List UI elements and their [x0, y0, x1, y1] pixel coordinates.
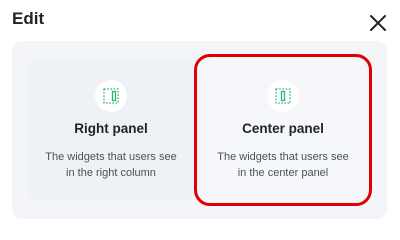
- center-panel-icon-wrapper: [267, 80, 299, 112]
- center-panel-title: Center panel: [242, 121, 324, 136]
- close-button[interactable]: [367, 12, 389, 34]
- right-panel-option[interactable]: Right panel The widgets that users see i…: [28, 60, 194, 201]
- right-panel-icon-wrapper: [95, 80, 127, 112]
- dialog-title: Edit: [12, 9, 45, 28]
- right-panel-title: Right panel: [74, 121, 148, 136]
- right-panel-description: The widgets that users see in the right …: [34, 149, 188, 181]
- right-panel-desc-line2: in the right column: [66, 167, 156, 179]
- edit-dialog: Edit Right panel The widgets that users …: [0, 0, 400, 234]
- center-panel-description: The widgets that users see in the center…: [206, 149, 360, 181]
- center-panel-option[interactable]: Center panel The widgets that users see …: [200, 60, 366, 201]
- center-panel-layout-icon: [275, 88, 291, 104]
- center-panel-desc-line1: The widgets that users see: [217, 151, 349, 163]
- right-panel-layout-icon: [103, 88, 119, 104]
- center-panel-desc-line2: in the center panel: [237, 167, 329, 179]
- close-icon: [370, 15, 386, 31]
- right-panel-desc-line1: The widgets that users see: [45, 151, 177, 163]
